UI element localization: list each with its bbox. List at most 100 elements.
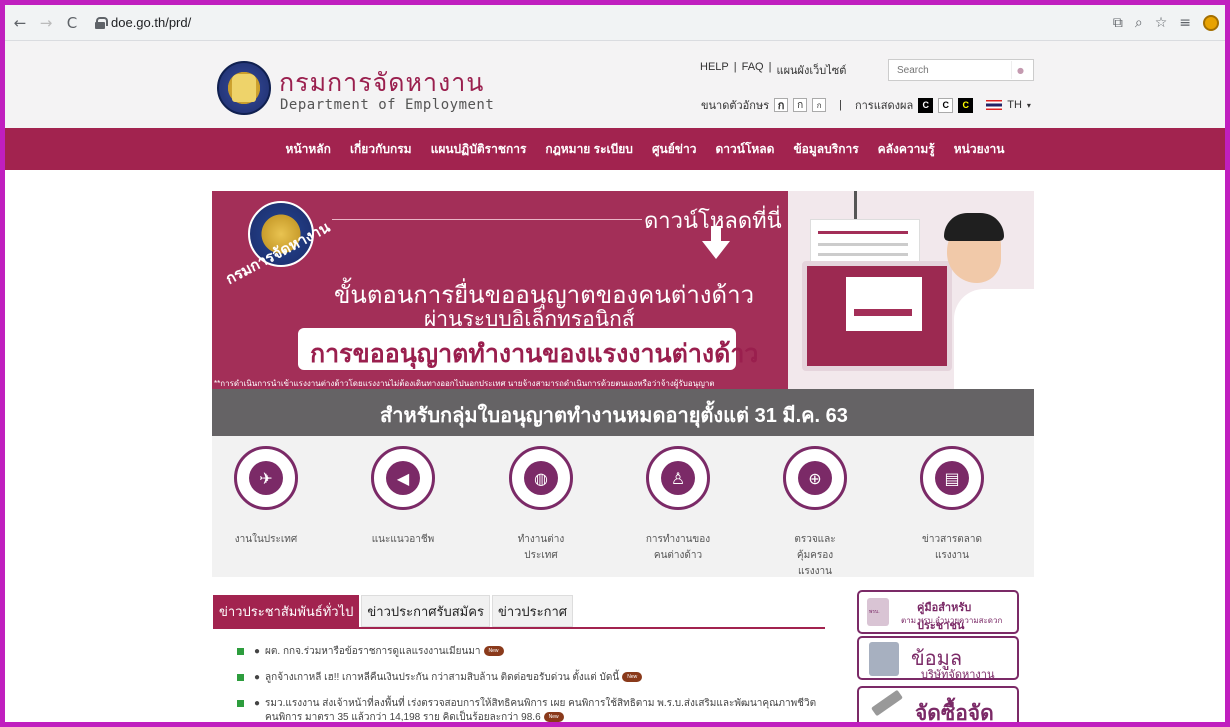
forward-button[interactable]: → [35,12,57,34]
nav-law[interactable]: กฎหมาย ระเบียบ [545,140,633,159]
nav-news-center[interactable]: ศูนย์ข่าว [652,140,697,159]
browser-actions: ⧉ ⌕ ☆ ≡ [1113,5,1219,41]
globe-people-icon: ◍ [524,461,558,495]
nav-agencies[interactable]: หน่วยงาน [954,140,1005,159]
service-domestic-jobs[interactable]: ✈ งานในประเทศ [216,446,316,548]
news-list: ● ผต. กกจ.ร่วมหารือข้อราชการดูแลแรงงานเม… [237,645,817,722]
new-badge: New [483,646,504,657]
service-foreign-workers[interactable]: ♙ การทำงานของ คนต่างด้าว [628,446,728,564]
font-size-label: ขนาดตัวอักษร [701,100,770,112]
service-icon-circle: ♙ [646,446,710,510]
search-input[interactable] [889,64,1011,76]
language-selector[interactable]: TH [1007,99,1022,111]
help-link[interactable]: HELP [700,61,729,79]
bookmark-star-icon[interactable]: ☆ [1155,15,1168,31]
news-title[interactable]: รมว.แรงงาน ส่งเจ้าหน้าที่ลงพื้นที่ เร่งต… [265,697,817,722]
citizen-manual-button[interactable]: พรบ. คู่มือสำหรับประชาชน ตาม พรบ.อำนวยคว… [857,590,1019,634]
news-text[interactable]: ลูกจ้างเกาหลี เฮ!! เกาหลีคืนเงินประกัน ก… [265,672,619,683]
sitemap-link[interactable]: แผนผังเว็บไซต์ [776,61,846,79]
service-icon-circle: ◀ [371,446,435,510]
back-button[interactable]: ← [9,12,31,34]
tab-job-announcements[interactable]: ข่าวประกาศรับสมัคร [361,595,490,627]
display-label: การแสดงผล [854,100,914,112]
separator: | [733,61,737,73]
nav-home[interactable]: หน้าหลัก [286,140,331,159]
contrast-white-button[interactable]: C [938,97,954,113]
service-career-guidance[interactable]: ◀ แนะแนวอาชีพ [353,446,453,548]
service-label: การทำงานของ คนต่างด้าว [645,534,711,561]
nav-service-info[interactable]: ข้อมูลบริการ [793,140,858,159]
tab-announcements[interactable]: ข่าวประกาศ [491,595,574,627]
list-item[interactable]: ● ผต. กกจ.ร่วมหารือข้อราชการดูแลแรงงานเม… [237,645,817,659]
top-links: HELP | FAQ | แผนผังเว็บไซต์ [700,61,846,79]
profile-avatar[interactable] [1203,15,1219,31]
nav-download[interactable]: ดาวน์โหลด [715,140,774,159]
service-icon-circle: ⊕ [783,446,847,510]
zoom-icon[interactable]: ⌕ [1135,15,1143,31]
list-item[interactable]: ● ลูกจ้างเกาหลี เฮ!! เกาหลีคืนเงินประกัน… [237,671,817,685]
site-search: ● [888,59,1034,81]
font-size-small-button[interactable]: ก [812,98,827,112]
procurement-button[interactable]: จัดซื้อจัดจ้าง [857,686,1019,722]
font-size-medium-button[interactable]: ก [793,98,808,112]
news-title[interactable]: ลูกจ้างเกาหลี เฮ!! เกาหลีคืนเงินประกัน ก… [265,671,643,685]
service-icon-circle: ◍ [509,446,573,510]
service-label: แนะแนวอาชีพ [371,534,435,545]
person-map-icon: ✈ [249,461,283,495]
download-arrow-stem [711,226,721,242]
person-body [954,289,1034,389]
news-text[interactable]: รมว.แรงงาน ส่งเจ้าหน้าที่ลงพื้นที่ เร่งต… [265,698,816,722]
thai-flag-icon[interactable] [986,100,1003,110]
faq-link[interactable]: FAQ [742,61,764,79]
doe-seal-logo[interactable] [217,61,271,115]
tab-underline [213,627,825,629]
news-text[interactable]: ผต. กกจ.ร่วมหารือข้อราชการดูแลแรงงานเมีย… [265,646,481,657]
document-person-icon: ▤ [935,461,969,495]
citizen-manual-subtitle: ตาม พรบ.อำนวยความสะดวก [901,616,1003,625]
address-bar[interactable]: doe.go.th/prd/ [91,9,1151,36]
services-row: ✈ งานในประเทศ ◀ แนะแนวอาชีพ ◍ ทำงานต่าง … [212,436,1034,577]
person-hair [944,213,1004,241]
document-line [818,243,908,246]
nav-about[interactable]: เกี่ยวกับกรม [350,140,412,159]
procurement-title: จัดซื้อจัดจ้าง [915,702,994,722]
book-icon-text: พรบ. [869,609,880,615]
service-label: ตรวจและ คุ้มครอง แรงงาน [794,534,836,577]
globe-person-icon: ⊕ [798,461,832,495]
site-header: กรมการจัดหางาน Department of Employment … [5,41,1225,128]
service-icon-circle: ▤ [920,446,984,510]
translate-icon[interactable]: ⧉ [1113,15,1123,31]
nav-action-plan[interactable]: แผนปฏิบัติราชการ [431,140,527,159]
chevron-down-icon[interactable]: ▾ [1027,101,1031,110]
search-icon[interactable]: ● [1011,61,1029,79]
recruitment-company-button[interactable]: ข้อมูล บริษัทจัดหางาน [857,636,1019,681]
service-labor-market-news[interactable]: ▤ ข่าวสารตลาด แรงงาน [902,446,1002,564]
contrast-yellow-button[interactable]: C [958,97,974,113]
banner-line-3: การขออนุญาตทำงานของแรงงานต่างด้าว [310,340,759,368]
list-item[interactable]: ● รมว.แรงงาน ส่งเจ้าหน้าที่ลงพื้นที่ เร่… [237,697,817,722]
nav-knowledge[interactable]: คลังความรู้ [878,140,935,159]
service-label: ข่าวสารตลาด แรงงาน [922,534,982,561]
service-label: ทำงานต่าง ประเทศ [517,534,565,561]
download-bar: Download... [854,309,912,326]
bullet-icon: ● [254,698,261,709]
banner-divider [332,219,642,220]
new-badge: New [622,672,643,683]
bullet-icon: ● [254,646,261,657]
megaphone-icon: ◀ [386,461,420,495]
service-icon-circle: ✈ [234,446,298,510]
hook-icon [854,191,857,219]
logo-title-en[interactable]: Department of Employment [280,97,494,113]
service-label: งานในประเทศ [234,534,298,545]
reload-button[interactable]: C [61,12,83,34]
main-nav: หน้าหลัก เกี่ยวกับกรม แผนปฏิบัติราชการ ก… [5,128,1225,170]
reading-list-icon[interactable]: ≡ [1179,15,1191,31]
tab-general-news[interactable]: ข่าวประชาสัมพันธ์ทั่วไป [213,595,360,627]
news-title[interactable]: ผต. กกจ.ร่วมหารือข้อราชการดูแลแรงงานเมีย… [265,645,504,659]
contrast-black-button[interactable]: C [918,97,934,113]
service-overseas-work[interactable]: ◍ ทำงานต่าง ประเทศ [491,446,591,564]
url-text: doe.go.th/prd/ [111,15,192,30]
hero-banner[interactable]: Download... กรมการจัดหางาน ดาวน์โหลดที่น… [212,191,1034,436]
service-labor-protection[interactable]: ⊕ ตรวจและ คุ้มครอง แรงงาน [765,446,865,580]
font-size-large-button[interactable]: ก [774,98,789,112]
